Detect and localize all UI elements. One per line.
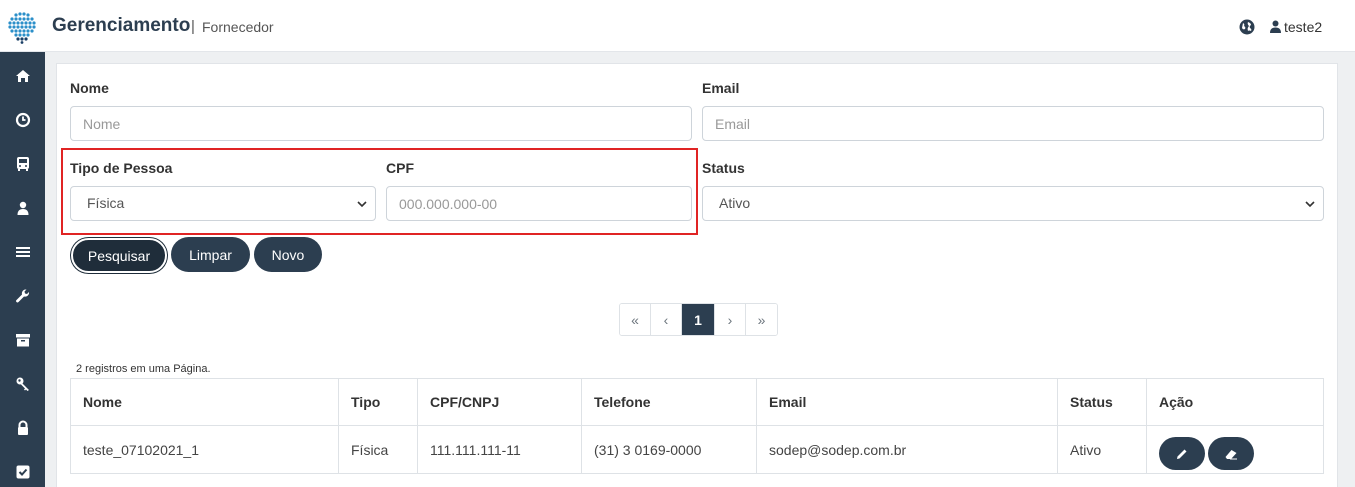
col-nome: Nome (70, 378, 339, 426)
cell-tipo: Física (338, 425, 418, 474)
highlight-box (61, 148, 698, 235)
email-input[interactable] (702, 106, 1324, 141)
results-table: Nome Tipo CPF/CNPJ Telefone Email Status… (70, 378, 1324, 474)
erase-button[interactable] (1208, 437, 1254, 470)
pencil-icon (1177, 449, 1187, 459)
sidebar-item-menu[interactable] (0, 230, 45, 274)
key-icon (16, 377, 29, 391)
page-1-button[interactable]: 1 (682, 304, 715, 335)
sidebar-item-history[interactable] (0, 98, 45, 142)
sidebar-item-archive[interactable] (0, 318, 45, 362)
edit-button[interactable] (1159, 437, 1205, 470)
nome-label: Nome (70, 80, 109, 96)
clear-button[interactable]: Limpar (171, 237, 250, 272)
eraser-icon (1225, 449, 1237, 459)
search-button[interactable]: Pesquisar (71, 238, 167, 273)
top-header: Gerenciamento | Fornecedor teste2 (0, 0, 1355, 52)
page-subtitle: Fornecedor (202, 19, 274, 35)
first-page-button[interactable]: « (620, 304, 651, 335)
wrench-icon (15, 289, 29, 303)
col-status: Status (1057, 378, 1147, 426)
records-count: 2 registros em uma Página. (76, 363, 211, 375)
chevron-down-icon (1305, 201, 1315, 208)
col-acao: Ação (1146, 378, 1324, 426)
status-label: Status (702, 160, 745, 176)
email-label: Email (702, 80, 740, 96)
next-page-button[interactable]: › (715, 304, 746, 335)
cell-nome: teste_07102021_1 (70, 425, 339, 474)
sidebar (0, 52, 45, 487)
table-header-row: Nome Tipo CPF/CNPJ Telefone Email Status… (70, 378, 1324, 426)
menu-icon (15, 247, 30, 257)
logo (8, 12, 36, 44)
home-icon (15, 70, 30, 82)
new-button[interactable]: Novo (254, 237, 322, 272)
bus-icon (16, 157, 29, 171)
sidebar-item-home[interactable] (0, 54, 45, 98)
user-icon (17, 201, 28, 215)
archive-icon (15, 334, 30, 347)
user-icon (1270, 20, 1281, 33)
sidebar-item-keys[interactable] (0, 362, 45, 406)
clock-icon (15, 112, 30, 128)
col-cpf-cnpj: CPF/CNPJ (417, 378, 582, 426)
status-select[interactable]: Ativo (702, 186, 1324, 221)
sidebar-item-tools[interactable] (0, 274, 45, 318)
prev-page-button[interactable]: ‹ (651, 304, 682, 335)
cell-telefone: (31) 3 0169-0000 (581, 425, 757, 474)
pagination: « ‹ 1 › » (619, 303, 778, 336)
col-tipo: Tipo (338, 378, 418, 426)
col-telefone: Telefone (581, 378, 757, 426)
sidebar-item-users[interactable] (0, 186, 45, 230)
lock-icon (17, 420, 28, 435)
sidebar-item-bus[interactable] (0, 142, 45, 186)
cell-acao (1146, 425, 1324, 474)
title-separator: | (191, 18, 195, 35)
col-email: Email (756, 378, 1058, 426)
checkbox-icon (16, 465, 29, 479)
cell-cpf-cnpj: 111.111.111-11 (417, 425, 582, 474)
sidebar-item-security[interactable] (0, 406, 45, 450)
table-row: teste_07102021_1 Física 111.111.111-11 (… (70, 425, 1324, 474)
nome-input[interactable] (70, 106, 692, 141)
page-title: Gerenciamento (52, 15, 191, 36)
cell-status: Ativo (1057, 425, 1147, 474)
user-menu[interactable]: teste2 (1284, 19, 1322, 35)
globe-icon[interactable] (1239, 19, 1255, 35)
last-page-button[interactable]: » (746, 304, 777, 335)
sidebar-item-tasks[interactable] (0, 450, 45, 487)
cell-email: sodep@sodep.com.br (756, 425, 1058, 474)
status-value: Ativo (719, 195, 751, 211)
